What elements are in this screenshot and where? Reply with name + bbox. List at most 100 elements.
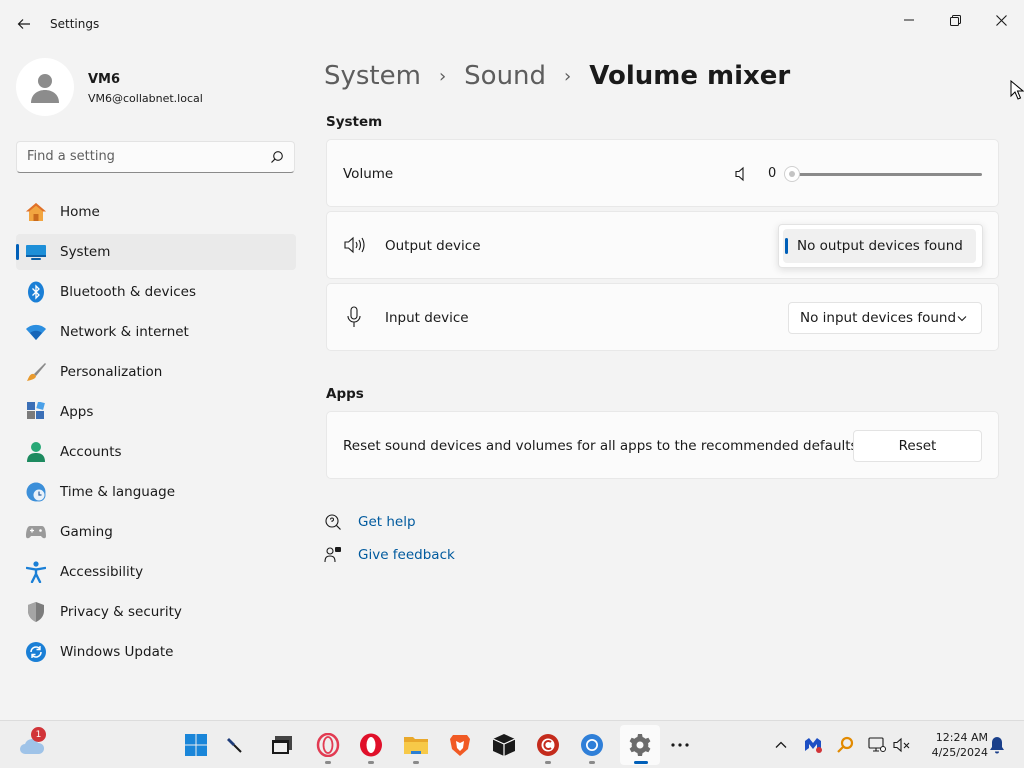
section-heading-apps: Apps bbox=[326, 386, 364, 402]
sidebar-item-system[interactable]: System bbox=[16, 234, 296, 270]
start-button[interactable] bbox=[180, 729, 212, 761]
sidebar-nav: Home System Bluetooth & devices Network … bbox=[16, 194, 296, 674]
opera-outline-icon bbox=[316, 733, 340, 757]
taskbar-app-brave[interactable] bbox=[444, 729, 476, 761]
close-button[interactable] bbox=[978, 4, 1024, 36]
tray-volume[interactable] bbox=[886, 729, 918, 761]
sidebar-item-windows-update[interactable]: Windows Update bbox=[16, 634, 296, 670]
breadcrumb: System › Sound › Volume mixer bbox=[324, 56, 790, 96]
network-disconnected-icon bbox=[868, 737, 886, 752]
title-bar: Settings bbox=[0, 0, 1024, 48]
breadcrumb-system[interactable]: System bbox=[324, 61, 421, 91]
ccleaner-icon bbox=[537, 734, 559, 756]
sidebar-item-label: Bluetooth & devices bbox=[60, 284, 197, 300]
reset-description: Reset sound devices and volumes for all … bbox=[343, 438, 858, 454]
running-indicator bbox=[368, 761, 374, 764]
output-device-dropdown[interactable]: No output devices found bbox=[778, 224, 983, 268]
sidebar-item-label: Personalization bbox=[60, 364, 163, 380]
sidebar-item-label: System bbox=[60, 244, 111, 260]
sidebar-item-privacy-security[interactable]: Privacy & security bbox=[16, 594, 296, 630]
taskbar-clock[interactable]: 12:24 AM 4/25/2024 bbox=[920, 730, 988, 760]
weather-widget[interactable]: 1 bbox=[16, 727, 48, 761]
taskbar-app-tool[interactable] bbox=[218, 729, 250, 761]
sidebar-item-label: Time & language bbox=[60, 484, 176, 500]
sidebar-item-home[interactable]: Home bbox=[16, 194, 296, 230]
section-heading-system: System bbox=[326, 114, 383, 130]
page-title: Volume mixer bbox=[589, 61, 791, 91]
chevron-right-icon: › bbox=[438, 65, 447, 87]
user-name: VM6 bbox=[88, 72, 121, 87]
user-email: VM6@collabnet.local bbox=[88, 92, 203, 105]
opera-icon bbox=[360, 733, 382, 757]
taskbar-app-file-explorer[interactable] bbox=[400, 729, 432, 761]
output-device-option-label: No output devices found bbox=[797, 238, 963, 254]
chromium-icon bbox=[581, 734, 603, 756]
give-feedback-link[interactable]: Give feedback bbox=[324, 546, 455, 564]
weather-badge: 1 bbox=[31, 727, 46, 742]
input-device-dropdown[interactable]: No input devices found bbox=[788, 302, 982, 334]
speaker-mute-icon[interactable] bbox=[734, 166, 750, 182]
running-indicator bbox=[413, 761, 419, 764]
back-arrow-icon bbox=[17, 19, 30, 29]
volume-slider-track[interactable] bbox=[792, 173, 982, 176]
sidebar-item-accessibility[interactable]: Accessibility bbox=[16, 554, 296, 590]
accessibility-icon bbox=[25, 561, 47, 583]
sidebar-item-label: Accounts bbox=[60, 444, 122, 460]
tray-key-app[interactable] bbox=[829, 729, 861, 761]
get-help-link[interactable]: Get help bbox=[324, 513, 416, 531]
search-box[interactable] bbox=[16, 141, 295, 173]
search-input[interactable] bbox=[27, 149, 257, 164]
terminal-icon bbox=[272, 736, 292, 754]
system-icon bbox=[25, 241, 47, 263]
user-profile[interactable]: VM6 VM6@collabnet.local bbox=[16, 58, 296, 118]
output-device-option[interactable]: No output devices found bbox=[783, 229, 976, 263]
search-icon bbox=[271, 151, 283, 163]
input-device-label: Input device bbox=[385, 310, 469, 326]
sidebar-item-label: Privacy & security bbox=[60, 604, 182, 620]
volume-muted-icon bbox=[893, 737, 910, 753]
minimize-button[interactable] bbox=[886, 4, 932, 36]
sidebar-item-bluetooth[interactable]: Bluetooth & devices bbox=[16, 274, 296, 310]
taskbar-app-package[interactable] bbox=[488, 729, 520, 761]
show-hidden-icons-button[interactable] bbox=[765, 729, 797, 761]
sidebar-item-personalization[interactable]: Personalization bbox=[16, 354, 296, 390]
sidebar-item-gaming[interactable]: Gaming bbox=[16, 514, 296, 550]
sidebar-item-label: Apps bbox=[60, 404, 94, 420]
sidebar-item-time-language[interactable]: Time & language bbox=[16, 474, 296, 510]
reset-button[interactable]: Reset bbox=[853, 430, 982, 462]
help-icon bbox=[325, 514, 341, 530]
breadcrumb-sound[interactable]: Sound bbox=[464, 61, 546, 91]
taskbar-overflow-button[interactable] bbox=[664, 729, 696, 761]
running-indicator bbox=[545, 761, 551, 764]
clock-date: 4/25/2024 bbox=[931, 746, 988, 759]
clock-globe-icon bbox=[25, 481, 47, 503]
sidebar-item-label: Windows Update bbox=[60, 644, 174, 660]
hammer-icon bbox=[227, 738, 242, 753]
volume-slider-thumb[interactable] bbox=[784, 166, 800, 182]
taskbar-app-chrome[interactable] bbox=[576, 729, 608, 761]
tray-malwarebytes[interactable] bbox=[797, 729, 829, 761]
active-app-indicator bbox=[634, 761, 648, 764]
notification-button[interactable] bbox=[981, 729, 1013, 761]
taskbar-app-terminal[interactable] bbox=[266, 729, 298, 761]
taskbar-app-ccleaner[interactable] bbox=[532, 729, 564, 761]
chevron-down-icon bbox=[957, 316, 967, 322]
update-icon bbox=[25, 641, 47, 663]
back-button[interactable] bbox=[10, 10, 38, 38]
restore-button[interactable] bbox=[932, 4, 978, 36]
microphone-icon bbox=[347, 306, 361, 327]
sidebar-item-network[interactable]: Network & internet bbox=[16, 314, 296, 350]
taskbar-app-opera-gx[interactable] bbox=[312, 729, 344, 761]
windows-logo-icon bbox=[185, 734, 207, 756]
malwarebytes-icon bbox=[805, 738, 822, 753]
taskbar-app-opera[interactable] bbox=[355, 729, 387, 761]
taskbar: 1 12:24 AM 4/25/2024 bbox=[0, 720, 1024, 768]
sidebar-item-accounts[interactable]: Accounts bbox=[16, 434, 296, 470]
shield-icon bbox=[25, 601, 47, 623]
running-indicator bbox=[325, 761, 331, 764]
sidebar-item-apps[interactable]: Apps bbox=[16, 394, 296, 430]
running-indicator bbox=[589, 761, 595, 764]
window-title: Settings bbox=[50, 17, 100, 31]
taskbar-app-settings[interactable] bbox=[624, 729, 656, 761]
package-box-icon bbox=[492, 734, 516, 756]
